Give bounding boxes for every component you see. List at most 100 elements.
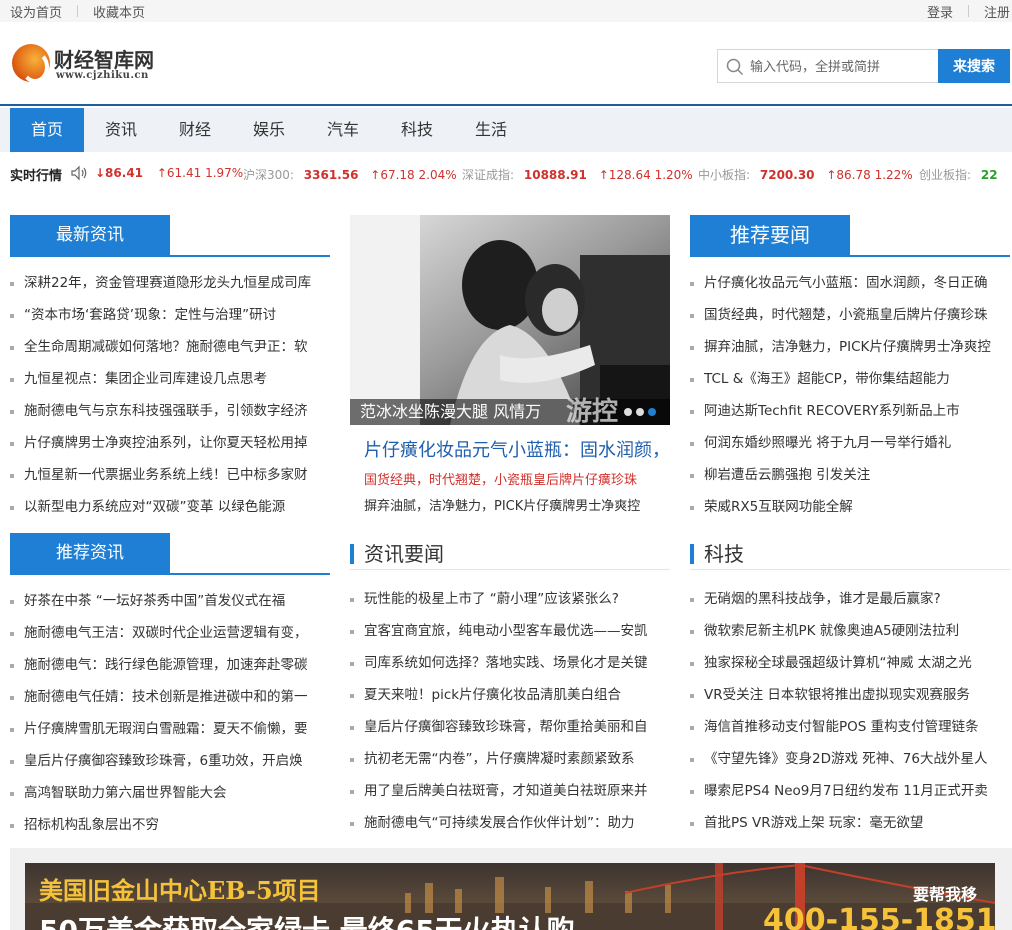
list-item[interactable]: 施耐德电气“可持续发展合作伙伴计划”：助力 <box>350 807 670 839</box>
section-title[interactable]: 推荐资讯 <box>10 533 170 573</box>
list-item[interactable]: 宜客宜商宜旅，纯电动小型客车最优选——安凯 <box>350 615 670 647</box>
list-item[interactable]: 首批PS VR游戏上架 玩家：毫无欲望 <box>690 807 1010 839</box>
list-item[interactable]: 玩性能的极星上市了 “蔚小理”应该紧张么? <box>350 583 670 615</box>
ticker-item[interactable]: 深证成指: 10888.91 ↑128.64 1.20% <box>462 166 693 183</box>
ticker-change: ↑67.18 2.04% <box>370 168 457 182</box>
section-title[interactable]: 推荐要闻 <box>690 215 850 255</box>
list-item[interactable]: 皇后片仔癀御容臻致珍珠膏，帮你重拾美丽和自 <box>350 711 670 743</box>
ticker-value: 7200.30 <box>759 168 815 182</box>
headline-sub[interactable]: 摒弃油腻，洁净魅力，PICK片仔癀牌男士净爽控 <box>364 495 664 514</box>
list-item[interactable]: 片仔癀牌男士净爽控油系列，让你夏天轻松用掉 <box>10 427 330 459</box>
top-bar: 设为首页 收藏本页 登录 注册 <box>0 0 1012 22</box>
section-title[interactable]: 科技 <box>704 538 744 567</box>
list-item[interactable]: 司库系统如何选择？落地实践、场景化才是关键 <box>350 647 670 679</box>
slider-dot[interactable] <box>624 408 632 416</box>
slider-photo <box>350 215 670 425</box>
ticker-item[interactable]: 沪深300: 3361.56 ↑67.18 2.04% <box>243 166 457 183</box>
list-item[interactable]: VR受关注 日本软银将推出虚拟现实观赛服务 <box>690 679 1010 711</box>
list-item[interactable]: 全生命周期减碳如何落地？施耐德电气尹正：软 <box>10 331 330 363</box>
nav-item-home[interactable]: 首页 <box>10 108 84 152</box>
market-ticker: 实时行情 ↓86.41 ↑61.41 1.97% 沪深300: 3361.56 … <box>0 152 1012 194</box>
list-item[interactable]: 片仔癀化妆品元气小蓝瓶：固水润颜，冬日正确 <box>690 267 1010 299</box>
photo-slider[interactable]: 范冰冰坐陈漫大腿 风情万 游控 <box>350 215 670 425</box>
list-item[interactable]: 《守望先锋》变身2D游戏 死神、76大战外星人 <box>690 743 1010 775</box>
ad-banner[interactable]: 美国旧金山中心EB-5项目 50万美金获取全家绿卡 最终65天火热认购 要帮我移… <box>25 863 995 930</box>
ticker-name: 沪深300: <box>243 168 294 182</box>
nav-item-auto[interactable]: 汽车 <box>306 108 380 152</box>
banner-help: 要帮我移 <box>913 885 978 904</box>
list-item[interactable]: 九恒星新一代票据业务系统上线！已中标多家财 <box>10 459 330 491</box>
bookmark-link[interactable]: 收藏本页 <box>93 2 145 21</box>
tech-section-header: 科技 <box>690 536 1010 570</box>
ticker-item[interactable]: 创业板指: 22 <box>919 166 998 183</box>
top-divider <box>77 5 79 17</box>
tech-list: 无硝烟的黑科技战争，谁才是最后赢家? 微软索尼新主机PK 就像奥迪A5硬刚法拉利… <box>690 583 1010 839</box>
slider-caption[interactable]: 范冰冰坐陈漫大腿 风情万 <box>360 399 541 425</box>
featured-news-header: 推荐要闻 <box>690 215 1010 257</box>
list-item[interactable]: 柳岩遭岳云鹏强抱 引发关注 <box>690 459 1010 491</box>
list-item[interactable]: 施耐德电气王洁：双碳时代企业运营逻辑有变， <box>10 617 330 649</box>
ticker-value: 22 <box>980 168 998 182</box>
ad-banner-container: 美国旧金山中心EB-5项目 50万美金获取全家绿卡 最终65天火热认购 要帮我移… <box>10 848 1012 930</box>
ticker-item[interactable]: 中小板指: 7200.30 ↑86.78 1.22% <box>698 166 913 183</box>
list-item[interactable]: 招标机构乱象层出不穷 <box>10 809 330 841</box>
list-item[interactable]: 深耕22年，资金管理赛道隐形龙头九恒星成司库 <box>10 267 330 299</box>
headline-title[interactable]: 片仔癀化妆品元气小蓝瓶：固水润颜， <box>364 436 664 462</box>
top-divider <box>967 5 969 17</box>
nav-item-entertainment[interactable]: 娱乐 <box>232 108 306 152</box>
ticker-value: ↓86.41 <box>95 166 144 180</box>
list-item[interactable]: 国货经典，时代翘楚，小瓷瓶皇后牌片仔癀珍珠 <box>690 299 1010 331</box>
news-section-header: 资讯要闻 <box>350 536 670 570</box>
search-button[interactable]: 来搜索 <box>938 49 1010 83</box>
ticker-item[interactable]: ↓86.41 ↑61.41 1.97% <box>95 166 243 180</box>
nav-item-news[interactable]: 资讯 <box>84 108 158 152</box>
nav-item-tech[interactable]: 科技 <box>380 108 454 152</box>
login-link[interactable]: 登录 <box>927 2 953 21</box>
list-item[interactable]: 曝索尼PS4 Neo9月7日纽约发布 11月正式开卖 <box>690 775 1010 807</box>
section-title[interactable]: 最新资讯 <box>10 215 170 255</box>
slider-dots <box>624 408 656 416</box>
list-item[interactable]: 海信首推移动支付智能POS 重构支付管理链条 <box>690 711 1010 743</box>
list-item[interactable]: TCL &《海王》超能CP，带你集结超能力 <box>690 363 1010 395</box>
list-item[interactable]: 夏天来啦！pick片仔癀化妆品清肌美白组合 <box>350 679 670 711</box>
section-bar <box>690 544 694 564</box>
section-bar <box>350 544 354 564</box>
search-icon <box>726 58 744 76</box>
ticker-name: 创业板指: <box>919 168 972 182</box>
slider-dot-active[interactable] <box>648 408 656 416</box>
list-item[interactable]: 抗初老无需“内卷”，片仔癀牌凝时素颜紧致系 <box>350 743 670 775</box>
ticker-change: ↑61.41 1.97% <box>156 166 244 180</box>
recommended-news-list: 好茶在中茶 “一坛好茶秀中国”首发仪式在福 施耐德电气王洁：双碳时代企业运营逻辑… <box>10 585 330 841</box>
register-link[interactable]: 注册 <box>984 2 1010 21</box>
list-item[interactable]: 皇后片仔癀御容臻致珍珠膏，6重功效，开启焕 <box>10 745 330 777</box>
ticker-change: ↑86.78 1.22% <box>826 168 913 182</box>
list-item[interactable]: 以新型电力系统应对“双碳”变革 以绿色能源 <box>10 491 330 523</box>
nav-item-finance[interactable]: 财经 <box>158 108 232 152</box>
list-item[interactable]: 施耐德电气：践行绿色能源管理，加速奔赴零碳 <box>10 649 330 681</box>
list-item[interactable]: 片仔癀牌雪肌无瑕润白雪融霜：夏天不偷懒，要 <box>10 713 330 745</box>
ticker-value: 3361.56 <box>303 168 359 182</box>
list-item[interactable]: 无硝烟的黑科技战争，谁才是最后赢家? <box>690 583 1010 615</box>
list-item[interactable]: 荣威RX5互联网功能全解 <box>690 491 1010 523</box>
list-item[interactable]: 施耐德电气与京东科技强强联手，引领数字经济 <box>10 395 330 427</box>
list-item[interactable]: 好茶在中茶 “一坛好茶秀中国”首发仪式在福 <box>10 585 330 617</box>
slider-dot[interactable] <box>636 408 644 416</box>
set-home-link[interactable]: 设为首页 <box>10 2 62 21</box>
list-item[interactable]: 九恒星视点：集团企业司库建设几点思考 <box>10 363 330 395</box>
search-input[interactable] <box>750 56 935 78</box>
list-item[interactable]: 施耐德电气任婧：技术创新是推进碳中和的第一 <box>10 681 330 713</box>
list-item[interactable]: 何润东婚纱照曝光 将于九月一号举行婚礼 <box>690 427 1010 459</box>
section-title[interactable]: 资讯要闻 <box>364 538 444 567</box>
list-item[interactable]: 高鸿智联助力第六届世界智能大会 <box>10 777 330 809</box>
recommended-news-header: 推荐资讯 <box>10 533 330 575</box>
headline-sub[interactable]: 国货经典，时代翘楚，小瓷瓶皇后牌片仔癀珍珠 <box>364 469 664 488</box>
nav-item-life[interactable]: 生活 <box>454 108 528 152</box>
list-item[interactable]: 独家探秘全球最强超级计算机“神威 太湖之光 <box>690 647 1010 679</box>
list-item[interactable]: 微软索尼新主机PK 就像奥迪A5硬刚法拉利 <box>690 615 1010 647</box>
list-item[interactable]: 阿迪达斯Techfit RECOVERY系列新品上市 <box>690 395 1010 427</box>
logo-name: 财经智库网 <box>54 48 154 72</box>
list-item[interactable]: 摒弃油腻，洁净魅力，PICK片仔癀牌男士净爽控 <box>690 331 1010 363</box>
list-item[interactable]: 用了皇后牌美白祛斑膏，才知道美白祛斑原来并 <box>350 775 670 807</box>
list-item[interactable]: “资本市场‘套路贷’现象：定性与治理”研讨 <box>10 299 330 331</box>
site-logo[interactable]: 财经智库网 www.cjzhiku.cn <box>12 44 182 88</box>
